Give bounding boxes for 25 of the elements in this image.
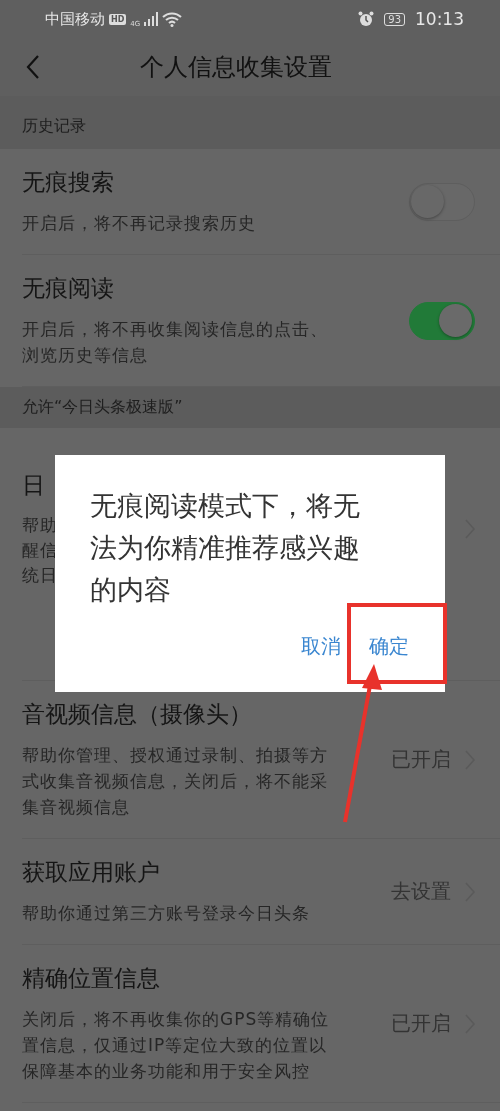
alarm-icon: [358, 11, 375, 27]
cancel-button[interactable]: 取消: [301, 629, 341, 664]
signal-icon: [144, 12, 159, 26]
clock-time: 10:13: [415, 9, 464, 29]
back-icon: [26, 54, 40, 80]
setting-description: 帮助你管理、授权通过录制、拍摄等方式收集音视频信息，关闭后，将不能采集音视频信息: [22, 744, 329, 819]
carrier-name: 中国移动: [45, 9, 105, 29]
setting-title: 无痕搜索: [22, 168, 115, 197]
setting-description: 开启后，将不再收集阅读信息的点击、浏览历史等信息: [22, 318, 329, 367]
section-header: 历史记录: [0, 96, 500, 149]
wifi-icon: [162, 11, 183, 27]
setting-description: 开启后，将不再记录搜索历史: [22, 212, 257, 235]
setting-title: 精确位置信息: [22, 964, 161, 993]
setting-title: 获取应用账户: [22, 858, 161, 887]
battery-level: 93: [384, 12, 405, 26]
setting-description: 关闭后，将不再收集你的GPS等精确位置信息，仅通过IP等定位大致的位置以保障基本的业务功能和用于安全风控: [22, 1008, 331, 1083]
page-title: 个人信息收集设置: [140, 52, 332, 83]
setting-title: 日: [22, 471, 46, 500]
setting-title: 无痕阅读: [22, 274, 115, 303]
setting-title: 音视频信息（摄像头）: [22, 700, 253, 729]
toggle-switch[interactable]: [409, 301, 475, 340]
dialog-message: 无痕阅读模式下，将无法为你精准推荐感兴趣的内容: [90, 489, 361, 607]
confirm-button[interactable]: 确定: [369, 629, 409, 664]
section-header: 允许“今日头条极速版”: [0, 387, 500, 428]
hd-badge: HD: [109, 13, 127, 25]
